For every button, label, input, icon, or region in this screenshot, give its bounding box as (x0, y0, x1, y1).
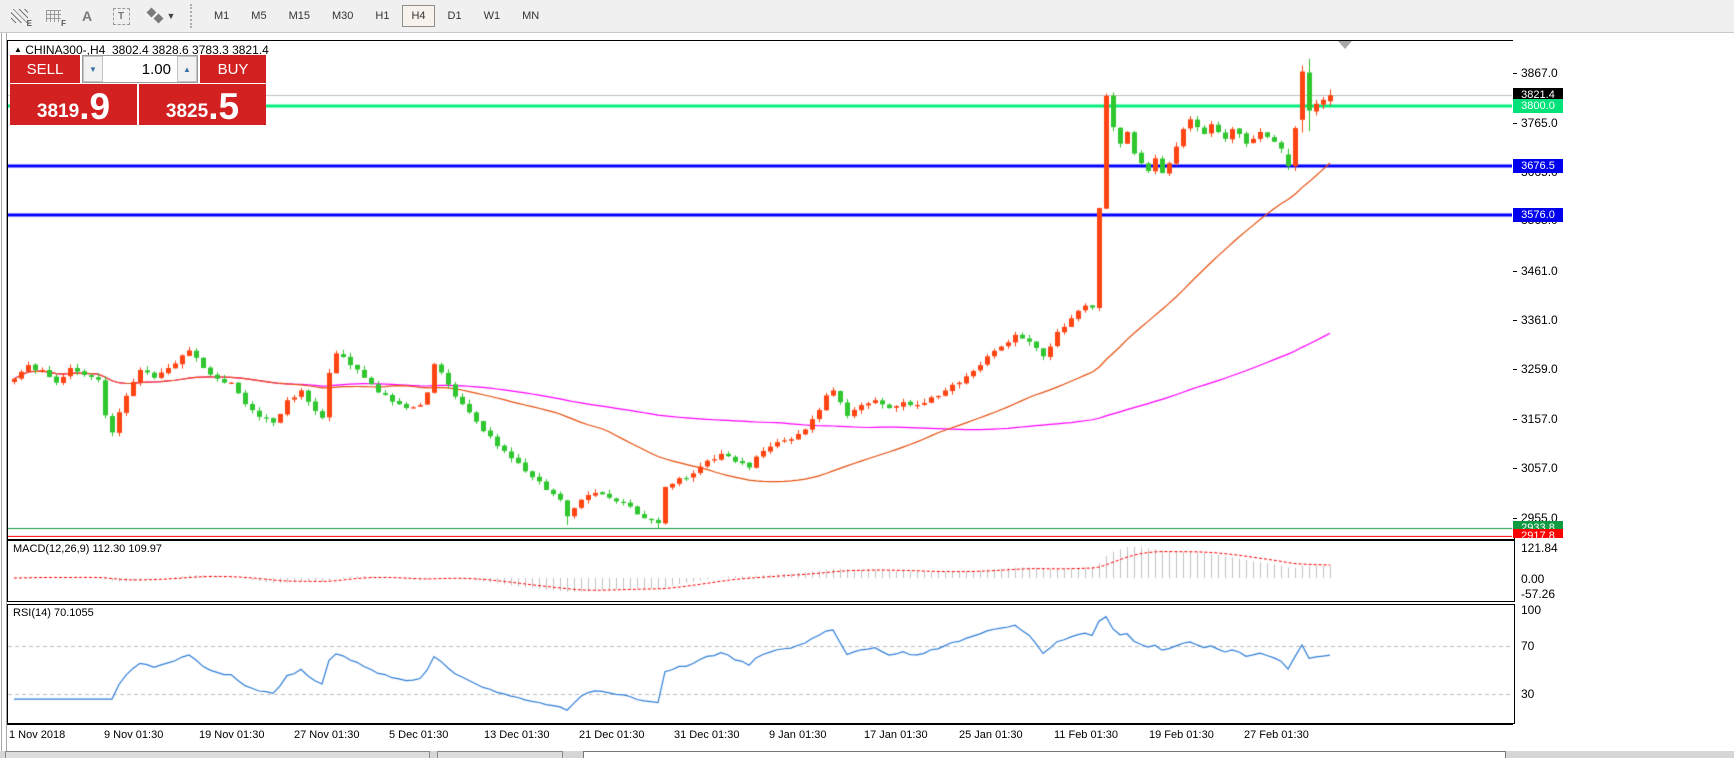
rsi-canvas[interactable] (8, 605, 1512, 721)
toolbar: E F A T ▼ M1M5M15M30H1H4D1W1MN (0, 0, 1734, 33)
macd-label: MACD(12,26,9) 112.30 109.97 (13, 543, 162, 555)
hatch-glyph (11, 9, 28, 23)
trading-app: E F A T ▼ M1M5M15M30H1H4D1W1MN ▲ CHINA30… (0, 0, 1734, 758)
indicator-axes: 121.84 0.00-57.26 100 70 30 (1513, 0, 1734, 758)
fibonacci-grid-icon[interactable]: F (38, 3, 68, 29)
macd-axis-label: 0.00 (1521, 572, 1544, 586)
timeframe-button-mn[interactable]: MN (513, 5, 548, 27)
buy-price-main: 3825 (166, 101, 208, 123)
rsi-label: RSI(14) 70.1055 (13, 607, 94, 619)
diamond-glyph (154, 14, 164, 24)
macd-axis-label: 121.84 (1521, 541, 1558, 555)
date-label: 5 Dec 01:30 (389, 729, 448, 741)
date-label: 21 Dec 01:30 (579, 729, 644, 741)
chart-tab[interactable] (5, 751, 430, 758)
timeframe-button-h4[interactable]: H4 (402, 5, 434, 27)
price-badge: 3576.0 (1513, 208, 1563, 222)
volume-decrease-button[interactable]: ▼ (83, 56, 103, 82)
macd-pane: MACD(12,26,9) 112.30 109.97 (7, 540, 1515, 602)
text-label-icon[interactable]: A (72, 3, 102, 29)
sub-f: F (61, 19, 66, 28)
rsi-pane: RSI(14) 70.1055 (7, 604, 1515, 724)
date-label: 27 Feb 01:30 (1244, 729, 1309, 741)
main-chart-pane: ▲ CHINA300-,H4 3802.4 3828.6 3783.3 3821… (7, 40, 1515, 540)
date-label: 9 Jan 01:30 (769, 729, 827, 741)
timeframe-button-m1[interactable]: M1 (205, 5, 238, 27)
toolbar-separator (190, 4, 197, 28)
scrollbar-thumb[interactable] (583, 751, 1506, 758)
chart-shift-marker[interactable] (1338, 41, 1352, 49)
date-label: 9 Nov 01:30 (104, 729, 163, 741)
date-label: 31 Dec 01:30 (674, 729, 739, 741)
date-label: 25 Jan 01:30 (959, 729, 1023, 741)
bottom-bar (0, 751, 1734, 758)
volume-input[interactable] (103, 56, 177, 82)
time-axis[interactable]: 1 Nov 2018 9 Nov 01:30 19 Nov 01:30 27 Nov … (7, 724, 1513, 751)
arrows-icon[interactable]: ▼ (140, 3, 180, 29)
volume-increase-button[interactable]: ▲ (177, 56, 197, 82)
one-click-trade-widget: SELL ▼ ▲ BUY 3819 .9 3825 .5 (10, 55, 266, 125)
letter-a-glyph: A (82, 8, 92, 24)
collapse-triangle-icon[interactable]: ▲ (14, 45, 22, 54)
date-label: 17 Jan 01:30 (864, 729, 928, 741)
buy-button[interactable]: BUY (198, 55, 266, 83)
price-badge: 3800.0 (1513, 99, 1563, 113)
timeframe-button-m15[interactable]: M15 (280, 5, 319, 27)
volume-spinner: ▼ ▲ (82, 55, 198, 83)
timeframe-button-m30[interactable]: M30 (323, 5, 362, 27)
date-label: 27 Nov 01:30 (294, 729, 359, 741)
timeframe-button-h1[interactable]: H1 (366, 5, 398, 27)
macd-axis-label: -57.26 (1521, 587, 1555, 601)
text-box-icon[interactable]: T (106, 3, 136, 29)
date-label: 19 Feb 01:30 (1149, 729, 1214, 741)
rsi-axis-label: 70 (1521, 639, 1534, 653)
date-label: 1 Nov 2018 (9, 729, 65, 741)
date-label: 13 Dec 01:30 (484, 729, 549, 741)
sell-price-main: 3819 (37, 101, 79, 123)
grid-glyph (46, 10, 61, 22)
price-badge: 2917.8 (1513, 529, 1563, 538)
chart-tab[interactable] (437, 751, 563, 758)
buy-price[interactable]: 3825 .5 (139, 84, 266, 125)
boxed-t-glyph: T (113, 8, 130, 25)
chevron-down-icon: ▼ (167, 11, 176, 21)
price-badge: 3676.5 (1513, 159, 1563, 173)
sell-price-pips: .9 (79, 91, 110, 123)
sub-e: E (27, 19, 32, 28)
rsi-axis-label: 100 (1521, 603, 1541, 617)
timeframe-button-w1[interactable]: W1 (475, 5, 510, 27)
timeframe-group: M1M5M15M30H1H4D1W1MN (203, 5, 550, 27)
buy-price-pips: .5 (208, 91, 239, 123)
sell-price[interactable]: 3819 .9 (10, 84, 139, 125)
timeframe-button-m5[interactable]: M5 (242, 5, 275, 27)
date-label: 19 Nov 01:30 (199, 729, 264, 741)
sell-button[interactable]: SELL (10, 55, 82, 83)
date-label: 11 Feb 01:30 (1054, 729, 1118, 741)
macd-canvas[interactable] (8, 541, 1512, 599)
timeframe-button-d1[interactable]: D1 (439, 5, 471, 27)
line-studies-icon[interactable]: E (4, 3, 34, 29)
rsi-axis-label: 30 (1521, 687, 1534, 701)
